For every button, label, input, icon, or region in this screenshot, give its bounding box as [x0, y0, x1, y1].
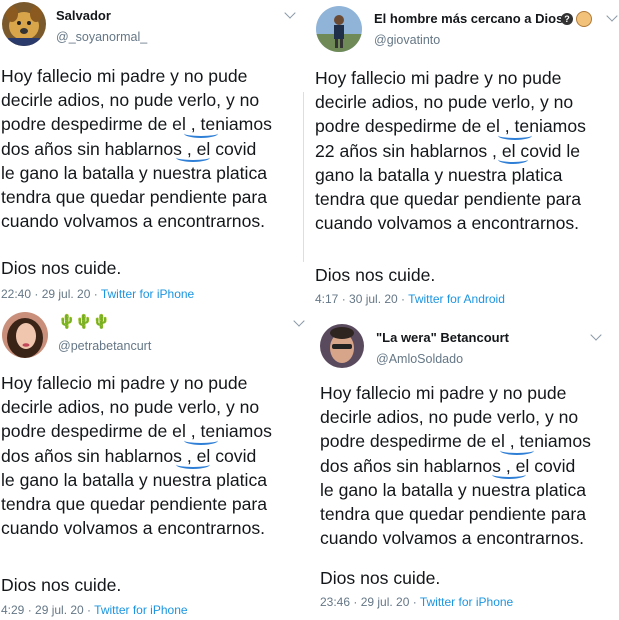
emoji-badge-icon: ? — [561, 13, 573, 25]
tweet-line: dos años sin hablarnos , el covid — [1, 138, 257, 159]
tweet-amlosoldado: "La wera" Betancourt @AmloSoldado Hoy fa… — [310, 310, 619, 620]
tweet-line: Hoy fallecio mi padre y no pude — [1, 66, 248, 86]
tweet-line: podre despedirme de el , teniamos — [315, 116, 586, 137]
highlight-mark — [184, 436, 218, 445]
tweet-text: Hoy fallecio mi padre y no pude decirle … — [1, 64, 272, 233]
tweet-line: podre despedirme de el , teniamos — [320, 431, 591, 452]
tweet-source-link[interactable]: Twitter for iPhone — [94, 603, 187, 617]
display-name[interactable]: "La wera" Betancourt — [376, 330, 509, 345]
tweet-timestamp[interactable]: 22:40 · 29 jul. 20 · — [1, 287, 101, 301]
tweet-closing-line: Dios nos cuide. — [1, 258, 122, 278]
user-handle[interactable]: @_soyanormal_ — [56, 30, 147, 44]
tweet-closing-line: Dios nos cuide. — [315, 265, 436, 285]
tweet-closing-line: Dios nos cuide. — [1, 575, 122, 595]
avatar[interactable] — [320, 324, 364, 368]
face-emoji-icon — [576, 11, 592, 27]
chevron-down-icon[interactable] — [590, 329, 602, 341]
tweet-line: cuando volvamos a encontrarnos. — [320, 528, 585, 549]
tweet-timestamp[interactable]: 4:17 · 30 jul. 20 · — [315, 292, 408, 306]
man-avatar-icon — [320, 324, 364, 368]
chevron-down-icon[interactable] — [284, 7, 296, 19]
tweet-line: cuando volvamos a encontrarnos. — [1, 518, 266, 539]
tweet-giovatinto: El hombre más cercano a Dios. ? @giovati… — [306, 0, 619, 310]
tweet-line: le gano la batalla y nuestra platica — [1, 162, 268, 183]
display-name[interactable]: Salvador — [56, 8, 111, 23]
user-handle[interactable]: @giovatinto — [374, 33, 440, 47]
tweet-line: dos años sin hablarnos , el covid — [1, 445, 257, 466]
tweet-line: tendra que quedar pendiente para — [1, 493, 268, 514]
highlight-mark — [176, 460, 210, 469]
person-avatar-icon — [316, 6, 362, 52]
highlight-mark — [176, 153, 210, 162]
highlight-mark — [184, 129, 218, 138]
dog-avatar-icon — [2, 2, 46, 46]
user-handle[interactable]: @AmloSoldado — [376, 352, 463, 366]
display-name[interactable]: El hombre más cercano a Dios. — [374, 11, 567, 26]
tweet-line: dos años sin hablarnos , el covid — [320, 455, 576, 476]
tweet-line: tendra que quedar pendiente para — [315, 188, 582, 209]
tweet-line: tendra que quedar pendiente para — [1, 186, 268, 207]
tweet-petrabetancurt: 🌵🌵🌵 @petrabetancurt Hoy fallecio mi padr… — [0, 310, 310, 620]
tweet-meta: 22:40 · 29 jul. 20 · Twitter for iPhone — [1, 287, 194, 301]
avatar[interactable] — [2, 2, 46, 46]
tweet-line: Hoy fallecio mi padre y no pude — [315, 68, 562, 88]
avatar[interactable] — [2, 312, 48, 358]
tweet-line: decirle adios, no pude verlo, y no — [315, 92, 574, 113]
tweet-line: Hoy fallecio mi padre y no pude — [1, 373, 248, 393]
tweet-line: le gano la batalla y nuestra platica — [320, 479, 587, 500]
tweet-line: podre despedirme de el , teniamos — [1, 421, 272, 442]
tweet-salvador: Salvador @_soyanormal_ Hoy fallecio mi p… — [0, 0, 303, 310]
chevron-down-icon[interactable] — [293, 315, 305, 327]
tweet-meta: 4:17 · 30 jul. 20 · Twitter for Android — [315, 292, 505, 306]
avatar[interactable] — [316, 6, 362, 52]
user-handle[interactable]: @petrabetancurt — [58, 339, 151, 353]
highlight-mark — [492, 470, 526, 479]
tweet-line: decirle adios, no pude verlo, y no — [1, 397, 260, 418]
tweet-line: cuando volvamos a encontrarnos. — [1, 211, 266, 232]
tweet-line: gano la batalla y nuestra platica — [315, 164, 563, 185]
tweet-line: tendra que quedar pendiente para — [320, 503, 587, 524]
tweet-text: Hoy fallecio mi padre y no pude decirle … — [320, 381, 591, 550]
highlight-mark — [500, 446, 534, 455]
tweet-line: decirle adios, no pude verlo, y no — [320, 407, 579, 428]
tweet-line: le gano la batalla y nuestra platica — [1, 469, 268, 490]
tweet-meta: 23:46 · 29 jul. 20 · Twitter for iPhone — [320, 595, 513, 609]
tweet-line: Hoy fallecio mi padre y no pude — [320, 383, 567, 403]
tweet-line: 22 años sin hablarnos , el covid le — [315, 140, 581, 161]
tweet-source-link[interactable]: Twitter for iPhone — [420, 595, 513, 609]
tweet-meta: 4:29 · 29 jul. 20 · Twitter for iPhone — [1, 603, 188, 617]
tweet-timestamp[interactable]: 4:29 · 29 jul. 20 · — [1, 603, 94, 617]
chevron-down-icon[interactable] — [606, 10, 618, 22]
tweet-timestamp[interactable]: 23:46 · 29 jul. 20 · — [320, 595, 420, 609]
tweet-line: decirle adios, no pude verlo, y no — [1, 90, 260, 111]
tweet-line: cuando volvamos a encontrarnos. — [315, 213, 580, 234]
highlight-mark — [498, 131, 532, 140]
tweet-closing-line: Dios nos cuide. — [320, 568, 441, 588]
tweet-source-link[interactable]: Twitter for Android — [408, 292, 505, 306]
tweet-text: Hoy fallecio mi padre y no pude decirle … — [315, 66, 586, 235]
highlight-mark — [498, 155, 528, 164]
woman-avatar-icon — [2, 312, 48, 358]
tweet-source-link[interactable]: Twitter for iPhone — [101, 287, 194, 301]
panel-divider — [303, 92, 304, 262]
tweet-text: Hoy fallecio mi padre y no pude decirle … — [1, 371, 272, 540]
cactus-emoji[interactable]: 🌵🌵🌵 — [58, 313, 110, 330]
tweet-line: podre despedirme de el , teniamos — [1, 114, 272, 135]
